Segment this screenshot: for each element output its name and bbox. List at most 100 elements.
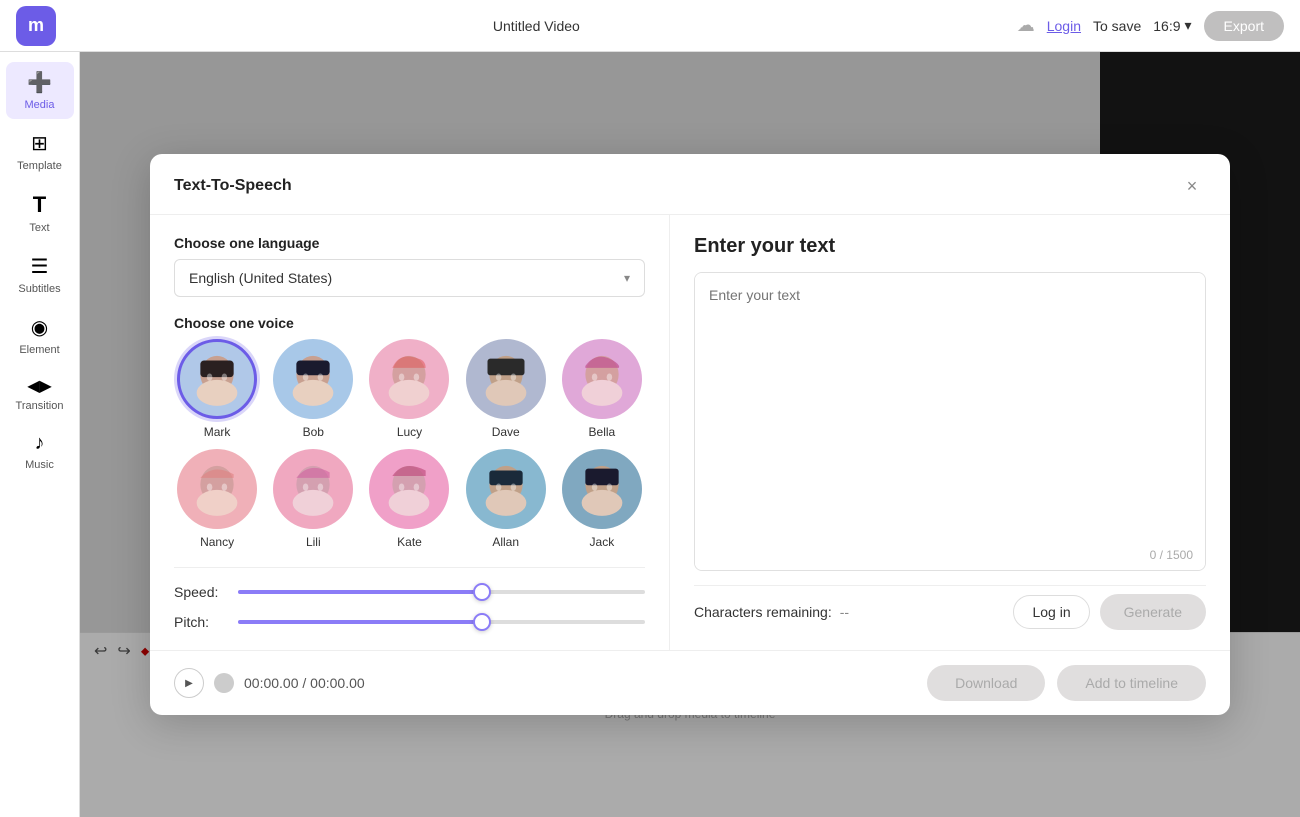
- play-button[interactable]: ▶: [174, 668, 204, 698]
- speed-slider-thumb[interactable]: [473, 583, 491, 601]
- music-icon: ♪: [35, 432, 45, 455]
- pitch-slider-track[interactable]: [238, 620, 645, 624]
- cloud-icon: ☁: [1017, 15, 1035, 36]
- voice-item-bob[interactable]: Bob: [270, 339, 356, 439]
- aspect-ratio: 16:9 ▾: [1153, 17, 1191, 34]
- pitch-label: Pitch:: [174, 614, 224, 630]
- sidebar-item-transition[interactable]: ◀▶ Transition: [6, 368, 74, 420]
- pitch-slider-row: Pitch:: [174, 614, 645, 630]
- language-section: Choose one language English (United Stat…: [174, 235, 645, 297]
- voice-item-mark[interactable]: Mark: [174, 339, 260, 439]
- voice-grid: Mark: [174, 339, 645, 549]
- voice-name-mark: Mark: [204, 425, 231, 439]
- chevron-down-icon: ▾: [1185, 17, 1192, 34]
- sidebar-item-label: Template: [17, 160, 62, 172]
- sidebar-item-text[interactable]: T Text: [6, 184, 74, 242]
- voice-section: Choose one voice: [174, 315, 645, 549]
- voice-name-bella: Bella: [589, 425, 616, 439]
- voice-name-lucy: Lucy: [397, 425, 422, 439]
- add-to-timeline-button[interactable]: Add to timeline: [1057, 665, 1206, 701]
- voice-avatar-bella: [562, 339, 642, 419]
- avatar-face-kate: [372, 449, 446, 529]
- playhead-circle: [214, 673, 234, 693]
- language-selected-value: English (United States): [189, 270, 332, 286]
- voice-item-dave[interactable]: Dave: [463, 339, 549, 439]
- time-display: 00:00.00 / 00:00.00: [244, 675, 365, 691]
- slider-section: Speed: Pitch:: [174, 567, 645, 630]
- modal-footer: ▶ 00:00.00 / 00:00.00 Download Add to ti…: [150, 650, 1230, 715]
- voice-avatar-allan: [466, 449, 546, 529]
- login-link[interactable]: Login: [1047, 18, 1081, 34]
- footer-actions: Download Add to timeline: [927, 665, 1206, 701]
- app-logo: m: [16, 6, 56, 46]
- avatar-face-lili: [276, 449, 350, 529]
- voice-avatar-mark: [177, 339, 257, 419]
- sidebar-item-label: Music: [25, 459, 54, 471]
- speed-slider-track[interactable]: [238, 590, 645, 594]
- text-icon: T: [33, 192, 46, 218]
- chars-remaining-label: Characters remaining:: [694, 604, 832, 620]
- download-button[interactable]: Download: [927, 665, 1045, 701]
- sidebar-item-label: Transition: [16, 400, 64, 412]
- video-title: Untitled Video: [493, 18, 580, 34]
- generate-button[interactable]: Generate: [1100, 594, 1206, 630]
- voice-name-lili: Lili: [306, 535, 321, 549]
- top-bar-right: ☁ Login To save 16:9 ▾ Export: [1017, 11, 1284, 41]
- sidebar-item-template[interactable]: ⊞ Template: [6, 123, 74, 180]
- top-bar-center: Untitled Video: [56, 18, 1017, 34]
- voice-avatar-bob: [273, 339, 353, 419]
- export-button[interactable]: Export: [1204, 11, 1284, 41]
- voice-item-allan[interactable]: Allan: [463, 449, 549, 549]
- right-panel-title: Enter your text: [694, 235, 1206, 258]
- sidebar-item-media[interactable]: ➕ Media: [6, 62, 74, 119]
- top-bar: m Untitled Video ☁ Login To save 16:9 ▾ …: [0, 0, 1300, 52]
- modal-overlay: Text-To-Speech × Choose one language Eng…: [80, 52, 1300, 817]
- voice-item-bella[interactable]: Bella: [559, 339, 645, 439]
- modal-title: Text-To-Speech: [174, 177, 292, 195]
- modal-close-button[interactable]: ×: [1178, 172, 1206, 200]
- sidebar-item-label: Subtitles: [18, 283, 60, 295]
- voice-item-lili[interactable]: Lili: [270, 449, 356, 549]
- sidebar-item-label: Media: [25, 99, 55, 111]
- voice-avatar-nancy: [177, 449, 257, 529]
- sidebar-item-element[interactable]: ◉ Element: [6, 307, 74, 364]
- avatar-face-bella: [565, 339, 639, 419]
- pitch-slider-thumb[interactable]: [473, 613, 491, 631]
- template-icon: ⊞: [31, 131, 48, 156]
- avatar-face-mark: [180, 339, 254, 419]
- chars-remaining-value: --: [840, 604, 849, 620]
- voice-name-allan: Allan: [492, 535, 519, 549]
- subtitles-icon: ☰: [31, 254, 49, 279]
- voice-avatar-jack: [562, 449, 642, 529]
- sidebar-item-label: Text: [29, 222, 49, 234]
- sidebar-item-subtitles[interactable]: ☰ Subtitles: [6, 246, 74, 303]
- avatar-face-lucy: [372, 339, 446, 419]
- language-dropdown[interactable]: English (United States) ▾: [174, 259, 645, 297]
- avatar-face-allan: [469, 449, 543, 529]
- to-save-text: To save: [1093, 18, 1141, 34]
- sidebar-item-music[interactable]: ♪ Music: [6, 424, 74, 479]
- voice-item-kate[interactable]: Kate: [366, 449, 452, 549]
- voice-name-dave: Dave: [492, 425, 520, 439]
- chevron-down-icon: ▾: [624, 271, 630, 285]
- sidebar-item-label: Element: [19, 344, 59, 356]
- voice-name-jack: Jack: [590, 535, 615, 549]
- element-icon: ◉: [31, 315, 48, 340]
- voice-item-nancy[interactable]: Nancy: [174, 449, 260, 549]
- avatar-face-jack: [565, 449, 639, 529]
- voice-avatar-dave: [466, 339, 546, 419]
- login-button[interactable]: Log in: [1013, 595, 1089, 629]
- voice-name-bob: Bob: [303, 425, 324, 439]
- text-area-wrapper: 0 / 1500: [694, 272, 1206, 571]
- voice-item-lucy[interactable]: Lucy: [366, 339, 452, 439]
- modal-header: Text-To-Speech ×: [150, 154, 1230, 215]
- speed-label: Speed:: [174, 584, 224, 600]
- chars-remaining: Characters remaining: --: [694, 604, 849, 620]
- avatar-face-bob: [276, 339, 350, 419]
- transition-icon: ◀▶: [27, 376, 52, 396]
- tts-text-input[interactable]: [695, 273, 1205, 570]
- left-sidebar: ➕ Media ⊞ Template T Text ☰ Subtitles ◉ …: [0, 52, 80, 817]
- voice-item-jack[interactable]: Jack: [559, 449, 645, 549]
- right-panel: Enter your text 0 / 1500 Characters rema…: [670, 215, 1230, 650]
- modal-body: Choose one language English (United Stat…: [150, 215, 1230, 650]
